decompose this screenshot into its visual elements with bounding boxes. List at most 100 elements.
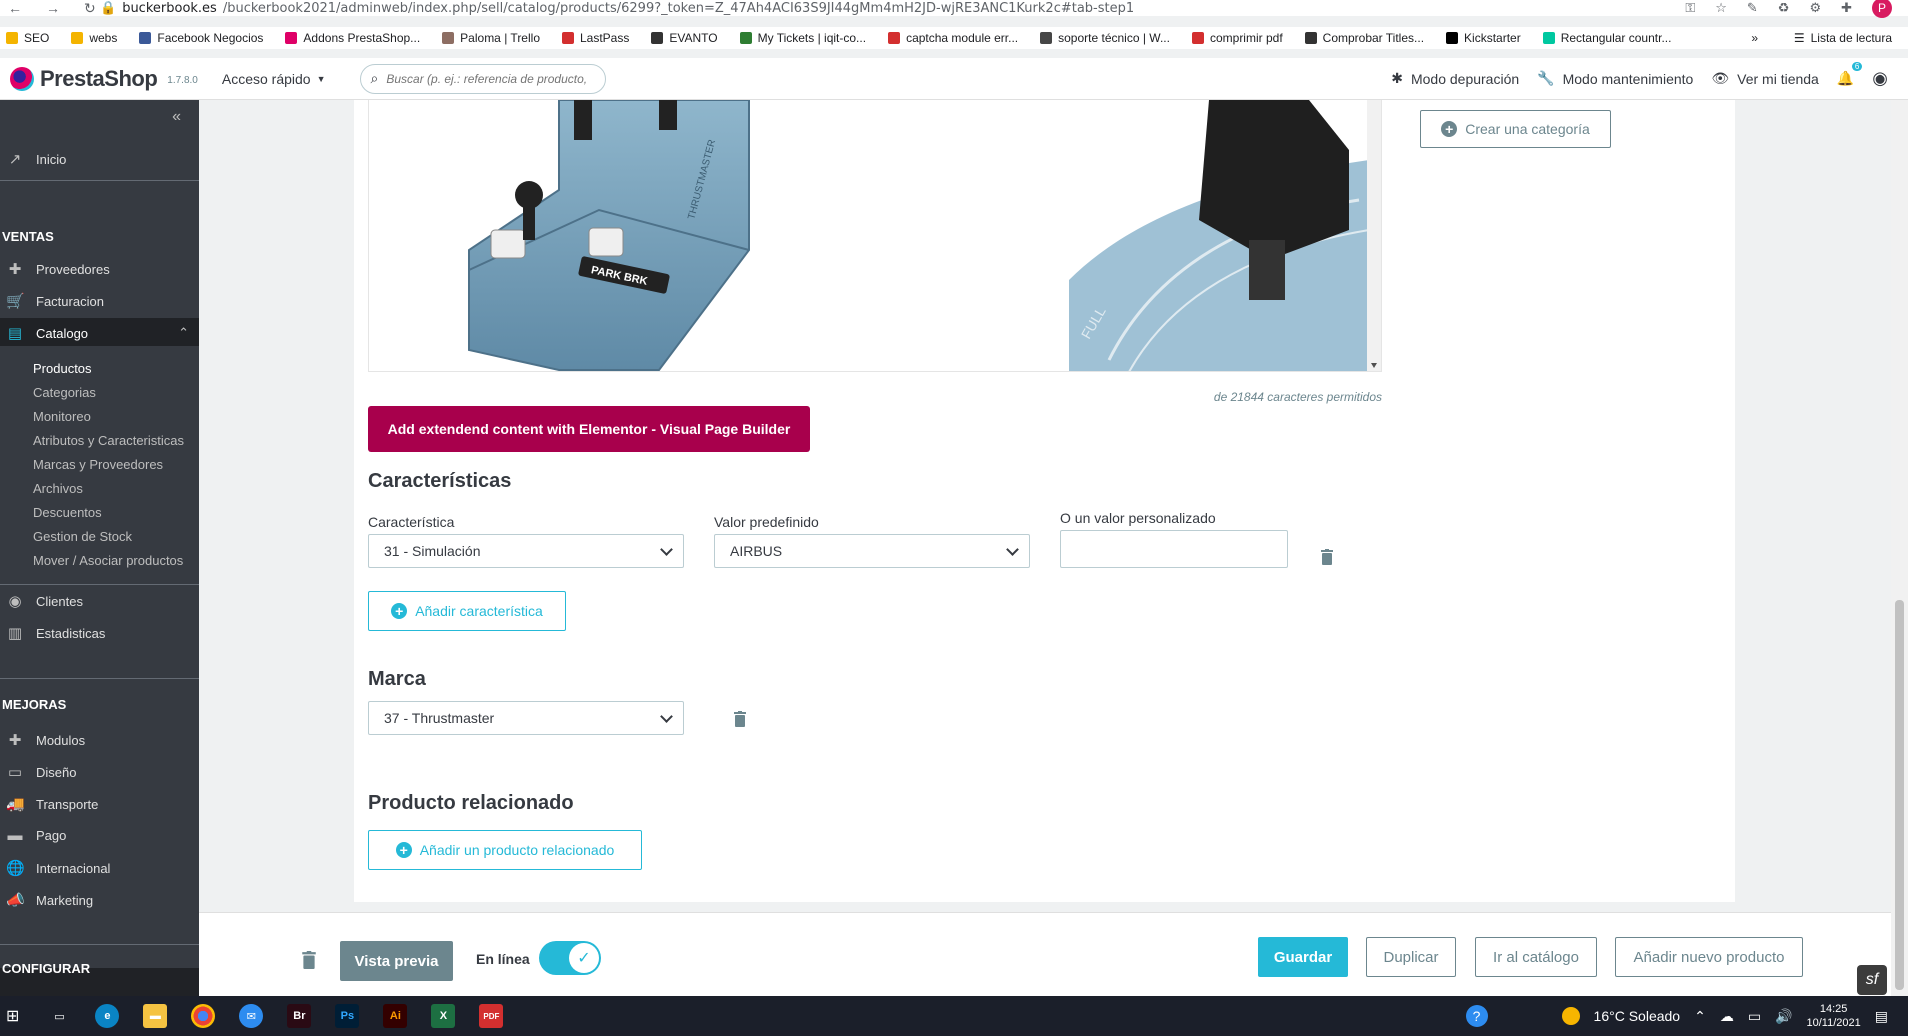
search-input[interactable] bbox=[386, 71, 597, 86]
maintenance-mode-link[interactable]: 🔧 Modo mantenimiento bbox=[1537, 70, 1693, 87]
sidebar-sub-atributos[interactable]: Atributos y Caracteristicas bbox=[33, 433, 184, 448]
preview-button[interactable]: Vista previa bbox=[340, 941, 453, 981]
sidebar-item-clientes[interactable]: ◉ Clientes bbox=[0, 592, 199, 610]
illustrator-icon[interactable]: Ai bbox=[383, 1004, 408, 1028]
save-button[interactable]: Guardar bbox=[1258, 937, 1348, 977]
preset-value-select[interactable]: AIRBUS bbox=[714, 534, 1030, 568]
sidebar-item-modulos[interactable]: ✚ Modulos bbox=[0, 731, 199, 749]
bookmark-item[interactable]: webs bbox=[71, 31, 117, 45]
collapse-sidebar-icon[interactable]: « bbox=[172, 108, 181, 126]
duplicate-button[interactable]: Duplicar bbox=[1366, 937, 1456, 977]
sidebar-item-facturacion[interactable]: 🛒 Facturacion bbox=[0, 292, 199, 310]
custom-value-input[interactable] bbox=[1060, 530, 1288, 568]
profile-avatar[interactable]: P bbox=[1872, 0, 1892, 18]
delete-feature-trash-icon[interactable] bbox=[1321, 549, 1333, 565]
sidebar-item-transporte[interactable]: 🚚 Transporte bbox=[0, 795, 199, 813]
task-view-icon[interactable]: ▭ bbox=[47, 1004, 71, 1028]
create-category-button[interactable]: + Crear una categoría bbox=[1420, 110, 1611, 148]
sidebar-item-label: Catalogo bbox=[36, 325, 89, 341]
sidebar-sub-mover[interactable]: Mover / Asociar productos bbox=[33, 553, 183, 568]
employee-menu[interactable]: ◉ bbox=[1872, 68, 1888, 89]
sidebar-item-marketing[interactable]: 📣 Marketing bbox=[0, 891, 199, 909]
go-to-catalog-button[interactable]: Ir al catálogo bbox=[1475, 937, 1597, 977]
excel-icon[interactable]: X bbox=[431, 1004, 456, 1028]
network-icon[interactable]: ▭ bbox=[1748, 1008, 1761, 1025]
pen-icon[interactable]: ✎ bbox=[1747, 0, 1758, 16]
sidebar-sub-categorias[interactable]: Categorias bbox=[33, 385, 96, 400]
symfony-toolbar-icon[interactable]: sf bbox=[1857, 965, 1887, 995]
add-related-product-button[interactable]: + Añadir un producto relacionado bbox=[368, 830, 642, 870]
mail-icon[interactable]: ✉ bbox=[239, 1004, 264, 1028]
bookmark-item[interactable]: My Tickets | iqit-co... bbox=[739, 31, 866, 45]
bookmark-item[interactable]: soporte técnico | W... bbox=[1040, 31, 1170, 45]
sidebar-item-estadisticas[interactable]: ▥ Estadisticas bbox=[0, 624, 199, 642]
bookmark-item[interactable]: EVANTO bbox=[651, 31, 718, 45]
bookmark-item[interactable]: captcha module err... bbox=[888, 31, 1018, 45]
sidebar-item-diseno[interactable]: ▭ Diseño bbox=[0, 763, 199, 781]
chevron-up-icon[interactable]: ⌃ bbox=[1694, 1008, 1706, 1025]
delete-brand-trash-icon[interactable] bbox=[734, 711, 746, 727]
sidebar-sub-marcas[interactable]: Marcas y Proveedores bbox=[33, 457, 163, 472]
back-icon[interactable]: ← bbox=[8, 0, 22, 17]
bookmark-item[interactable]: Addons PrestaShop... bbox=[285, 31, 420, 45]
sidebar-item-proveedores[interactable]: ✚ Proveedores bbox=[0, 260, 199, 278]
sidebar-sub-monitoreo[interactable]: Monitoreo bbox=[33, 409, 91, 424]
help-icon[interactable]: ? bbox=[1465, 1005, 1488, 1027]
sidebar-item-catalogo[interactable]: ▤ Catalogo ⌃ bbox=[0, 324, 199, 342]
notifications-center-icon[interactable]: ▤ bbox=[1875, 1008, 1888, 1025]
delete-product-trash-icon[interactable] bbox=[302, 951, 316, 969]
sidebar-sub-descuentos[interactable]: Descuentos bbox=[33, 505, 102, 520]
sidebar-item-pago[interactable]: ▬ Pago bbox=[0, 827, 199, 844]
edge-icon[interactable]: e bbox=[95, 1004, 120, 1028]
bridge-icon[interactable]: Br bbox=[287, 1004, 312, 1028]
editor-scrollbar[interactable] bbox=[1367, 100, 1381, 371]
weather-text[interactable]: 16°C Soleado bbox=[1594, 1008, 1681, 1024]
debug-mode-link[interactable]: ✱ Modo depuración bbox=[1391, 70, 1519, 87]
more-bookmarks-icon[interactable]: » bbox=[1751, 31, 1758, 45]
recycle-icon[interactable]: ♻ bbox=[1778, 0, 1790, 16]
feature-select[interactable]: 31 - Simulación bbox=[368, 534, 684, 568]
puzzle-icon[interactable]: ✚ bbox=[1841, 0, 1852, 16]
sidebar-sub-stock[interactable]: Gestion de Stock bbox=[33, 529, 132, 544]
key-icon[interactable]: ⚿ bbox=[1685, 0, 1695, 16]
notifications-button[interactable]: 🔔 6 bbox=[1837, 62, 1863, 87]
file-explorer-icon[interactable]: ▬ bbox=[143, 1004, 168, 1028]
quick-access-dropdown[interactable]: Acceso rápido ▼ bbox=[222, 71, 326, 87]
bookmark-item[interactable]: Kickstarter bbox=[1446, 31, 1521, 45]
search-box[interactable]: ⌕ bbox=[359, 63, 606, 94]
bookmark-item[interactable]: Comprobar Titles... bbox=[1304, 31, 1424, 45]
elementor-button[interactable]: Add extendend content with Elementor - V… bbox=[368, 406, 810, 452]
bookmark-item[interactable]: Rectangular countr... bbox=[1542, 31, 1671, 45]
page-scrollbar-thumb[interactable] bbox=[1895, 600, 1904, 990]
sidebar-sub-archivos[interactable]: Archivos bbox=[33, 481, 83, 496]
description-editor[interactable]: PARK BRK THRUSTMASTER FULL bbox=[368, 100, 1382, 372]
bookmark-item[interactable]: SEO bbox=[6, 31, 49, 45]
photoshop-icon[interactable]: Ps bbox=[335, 1004, 360, 1028]
clock[interactable]: 14:25 10/11/2021 bbox=[1807, 1002, 1861, 1030]
url-field[interactable]: 🔒 buckerbook.es/buckerbook2021/adminweb/… bbox=[100, 1, 1134, 16]
star-icon[interactable]: ☆ bbox=[1715, 0, 1727, 16]
bookmark-item[interactable]: comprimir pdf bbox=[1191, 31, 1283, 45]
sidebar-sub-productos[interactable]: Productos bbox=[33, 361, 92, 376]
prestashop-logo[interactable]: PrestaShop 1.7.8.0 bbox=[10, 66, 198, 92]
chrome-icon[interactable] bbox=[191, 1004, 216, 1028]
online-toggle[interactable]: ✓ bbox=[539, 941, 601, 975]
sidebar-item-inicio[interactable]: ↗ Inicio bbox=[0, 150, 199, 168]
reload-icon[interactable]: ↻ bbox=[84, 0, 96, 17]
windows-start-icon[interactable]: ⊞ bbox=[6, 1006, 19, 1026]
page-scrollbar[interactable] bbox=[1891, 100, 1908, 996]
volume-icon[interactable]: 🔊 bbox=[1775, 1008, 1792, 1025]
brand-select[interactable]: 37 - Thrustmaster bbox=[368, 701, 684, 735]
bookmark-item[interactable]: LastPass bbox=[562, 31, 629, 45]
reading-list[interactable]: ☰ Lista de lectura bbox=[1794, 31, 1892, 45]
sidebar-item-internacional[interactable]: 🌐 Internacional bbox=[0, 859, 199, 877]
add-feature-button[interactable]: + Añadir característica bbox=[368, 591, 566, 631]
forward-icon[interactable]: → bbox=[46, 0, 60, 17]
cloud-icon[interactable]: ☁ bbox=[1720, 1008, 1734, 1025]
add-new-product-button[interactable]: Añadir nuevo producto bbox=[1615, 937, 1803, 977]
pdf-icon[interactable]: PDF bbox=[479, 1004, 504, 1028]
bookmark-item[interactable]: Facebook Negocios bbox=[139, 31, 263, 45]
bookmark-item[interactable]: Paloma | Trello bbox=[442, 31, 540, 45]
extension-icon[interactable]: ⚙ bbox=[1809, 0, 1821, 16]
view-store-link[interactable]: 👁 Ver mi tienda bbox=[1711, 70, 1819, 87]
